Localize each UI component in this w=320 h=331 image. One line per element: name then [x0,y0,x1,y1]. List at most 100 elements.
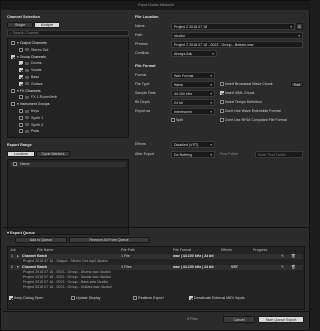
path-field[interactable]: /Audio/ [171,32,303,39]
option-checkbox[interactable] [220,82,224,87]
column-job[interactable]: Job [10,247,16,253]
option-update-display[interactable]: Update Display [71,295,100,302]
conflicts-select[interactable]: Always Ask [171,50,217,57]
option-rf64[interactable]: Don't Use RF64 Compliant File Format [220,117,287,124]
option-label: Insert Tempo Definition [225,100,262,104]
split-checkbox[interactable] [171,118,175,123]
channel-icon [25,48,29,52]
channel-checkbox[interactable] [19,122,23,127]
option-checkbox[interactable] [220,118,224,123]
gear-icon[interactable]: ⚙ [296,23,303,30]
option-deactivate-midi[interactable]: Deactivate External MIDI Inputs [189,295,245,302]
channel-checkbox[interactable] [19,109,23,114]
range-row[interactable]: Name [10,162,126,167]
channel-icon [25,123,29,127]
option-checkbox[interactable] [220,91,224,96]
tab-multiple[interactable]: Multiple [34,22,60,28]
name-field[interactable]: Project 2 2018 07 18 [171,23,295,30]
channel-checkbox[interactable] [11,102,15,107]
tab-single[interactable]: Single [7,22,33,28]
format-select[interactable]: Wav Format [171,72,215,79]
option-tempo-definition[interactable]: Insert Tempo Definition [220,99,262,106]
option-label: Don't Use RF64 Compliant File Format [225,118,287,122]
option-checkbox[interactable] [133,296,137,301]
add-to-queue-button[interactable]: Add to Queue [15,237,67,243]
option-broadcast-wave[interactable]: Insert Broadcast Wave Chunk [220,81,273,88]
option-checkbox[interactable] [189,296,193,301]
channel-label: Output Channels [19,41,47,45]
format-label: Format [135,73,147,77]
channel-checkbox[interactable] [19,61,23,66]
channel-icon [25,129,29,133]
channel-checkbox[interactable] [19,115,23,120]
channel-checkbox[interactable] [19,129,23,134]
channel-checkbox[interactable] [19,95,23,100]
channel-group-row[interactable]: ▾ Group Channels [11,55,129,61]
column-progress[interactable]: Progress [253,247,267,253]
option-checkbox[interactable] [220,109,224,114]
post-folder-input[interactable]: Enter Post Folder [255,151,303,158]
channel-checkbox[interactable] [19,68,23,73]
channel-checkbox[interactable] [19,75,23,80]
column-effects[interactable]: Effects [221,247,232,253]
sample-rate-label: Sample Rate [135,91,156,95]
tab-cycle-markers[interactable]: Cycle Markers [36,151,70,157]
bit-depth-label: Bit Depth [135,100,150,104]
channel-row[interactable]: Pads [19,129,137,135]
channel-label: Vocals [31,68,42,73]
divider [3,227,309,228]
range-checkbox[interactable] [13,162,17,167]
start-queue-export-button[interactable]: Start Queue Export [258,316,304,323]
option-checkbox[interactable] [71,296,75,301]
option-label: Update Display [76,296,101,300]
channel-checkbox[interactable] [11,41,15,46]
option-keep-dialog-open[interactable]: Keep Dialog Open [9,295,43,302]
option-realtime-export[interactable]: Realtime Export [133,295,164,302]
channel-row[interactable]: Guitars [19,82,137,88]
effects-select[interactable]: Disabled (VST) [171,141,215,148]
option-checkbox[interactable] [220,100,224,105]
channel-label: Instrument Groups [19,102,50,107]
option-ixml-chunk[interactable]: Insert iXML Chunk [220,90,254,97]
channel-row[interactable]: FX 1-RoomVerb [19,95,137,101]
remove-all-button[interactable]: Remove All From Queue [69,237,149,243]
split-option[interactable]: Split [171,117,183,124]
sample-rate-select[interactable]: 44.100 kHz [171,90,215,97]
channel-row[interactable]: Keys [19,109,137,115]
path-label: Path [135,33,143,37]
effects-label: Effects [135,142,146,146]
file-type-select[interactable]: Wave [171,81,215,88]
queue-file-row: Project 2018 07 18 - Output - Stereo Out… [23,259,108,263]
file-type-label: File Type [135,82,150,86]
after-export-select[interactable]: Do Nothing [171,151,215,158]
channel-row[interactable]: Synth 2 [19,123,137,129]
channel-checkbox[interactable] [19,47,23,52]
channel-checkbox[interactable] [11,88,15,93]
channel-row[interactable]: Bass [19,75,137,81]
channel-group-row[interactable]: ▾ Output Channels [11,41,129,47]
search-placeholder: Search Channel [13,31,39,35]
channel-row[interactable]: Stereo Out [19,48,137,54]
channel-search-input[interactable]: ⌕ Search Channel [7,30,129,36]
channel-row[interactable]: Vocals [19,68,137,74]
option-wave-extensible[interactable]: Don't Use Wave Extensible Format [220,108,281,115]
channel-group-row[interactable]: ▾ Instrument Groups [11,102,129,108]
option-checkbox[interactable] [9,296,13,301]
channel-row[interactable]: Synth 1 [19,116,137,122]
channel-row[interactable]: Drums [19,61,137,67]
column-file-name[interactable]: File Name [37,247,53,253]
channel-icon [25,95,29,99]
tab-locators[interactable]: Locators [7,151,35,157]
cancel-button[interactable]: Cancel [223,316,255,323]
edit-button[interactable]: Edit [291,82,303,87]
export-as-select[interactable]: Interleaved [171,108,215,115]
column-file-format[interactable]: File Format [173,247,191,253]
bit-depth-select[interactable]: 24 bit [171,99,215,106]
column-file-path[interactable]: File Path [121,247,135,253]
channel-checkbox[interactable] [11,54,15,59]
channel-group-row[interactable]: ▾ FX Channels [11,89,129,95]
channel-label: FX Channels [19,88,41,93]
channel-checkbox[interactable] [19,81,23,86]
channel-label: Stereo Out [31,47,49,52]
option-label: Keep Dialog Open [14,296,44,300]
